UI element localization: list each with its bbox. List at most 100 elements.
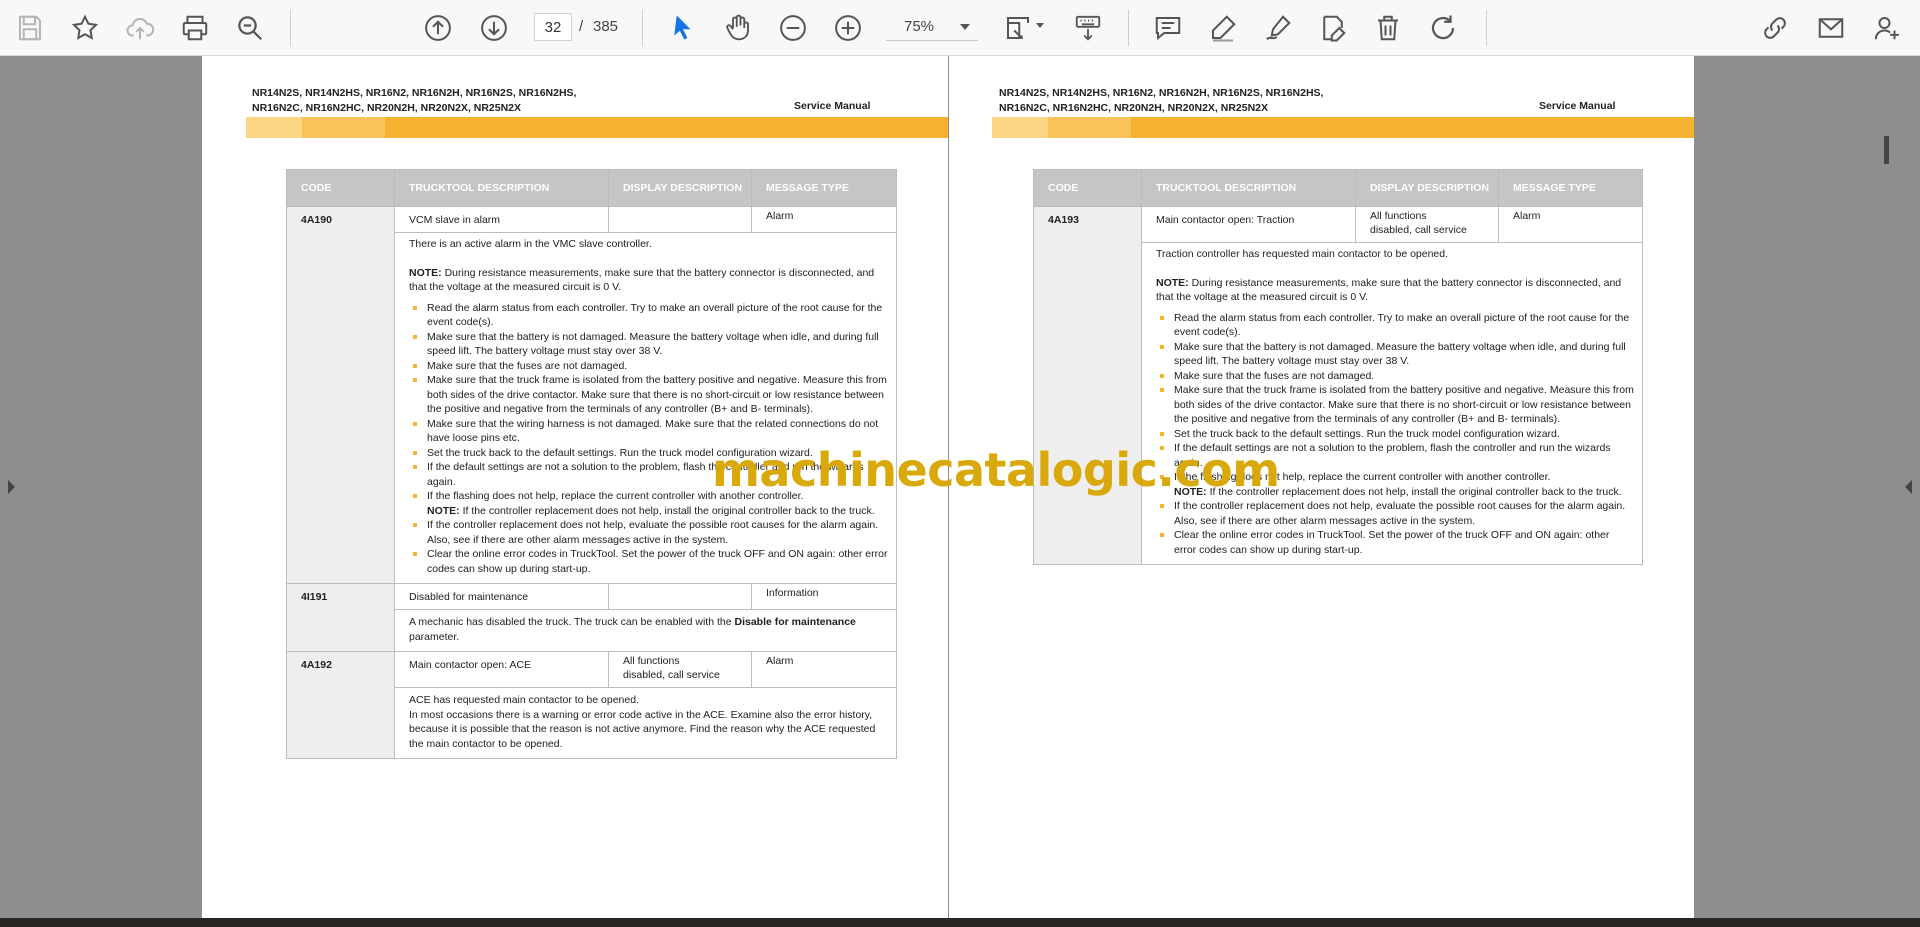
table-row: 4A193 Main contactor open: Traction All …	[1033, 206, 1643, 565]
description-text: In most occasions there is a warning or …	[409, 708, 876, 750]
zoom-in-icon[interactable]	[830, 10, 866, 46]
header-color-bar	[246, 117, 948, 138]
header-code: CODE	[1033, 169, 1142, 207]
list-item: Clear the online error codes in TruckToo…	[413, 548, 888, 575]
list-item: If the controller replacement does not h…	[413, 518, 888, 547]
left-panel-toggle-icon[interactable]	[8, 480, 15, 494]
comment-icon[interactable]	[1150, 10, 1186, 46]
list-item: Make sure that the truck frame is isolat…	[413, 374, 887, 415]
zoom-out-icon[interactable]	[775, 10, 811, 46]
message-type: Alarm	[1498, 206, 1643, 243]
zoom-dropdown[interactable]: 75%	[886, 13, 978, 41]
header-trucktool: TRUCKTOOL DESCRIPTION	[1141, 169, 1356, 207]
trucktool-description: Main contactor open: ACE	[394, 651, 609, 688]
table-row: 4I191 Disabled for maintenance Informati…	[286, 583, 897, 652]
page-separator: /	[579, 18, 584, 35]
models-line-2: NR16N2C, NR16N2HC, NR20N2H, NR20N2X, NR2…	[252, 102, 522, 114]
description-text: Traction controller has requested main c…	[1156, 248, 1449, 260]
save-icon[interactable]	[12, 10, 48, 46]
page-number-input[interactable]	[534, 13, 572, 41]
event-description: There is an active alarm in the VMC slav…	[394, 232, 897, 584]
header-display: DISPLAY DESCRIPTION	[1355, 169, 1499, 207]
event-code-table: CODE TRUCKTOOL DESCRIPTION DISPLAY DESCR…	[1033, 169, 1643, 565]
inline-note: NOTE: If the controller replacement does…	[427, 504, 875, 517]
trucktool-description: VCM slave in alarm	[394, 206, 609, 233]
hand-tool-icon[interactable]	[720, 10, 756, 46]
models-header: NR14N2S, NR14N2HS, NR16N2, NR16N2H, NR16…	[252, 86, 576, 116]
display-description: All functions disabled, call service	[608, 651, 752, 688]
header-trucktool: TRUCKTOOL DESCRIPTION	[394, 169, 609, 207]
keyboard-icon[interactable]	[1070, 10, 1106, 46]
right-panel-toggle-icon[interactable]	[1905, 480, 1912, 494]
total-pages: 385	[593, 18, 619, 35]
edit-pdf-icon[interactable]	[1315, 10, 1351, 46]
troubleshoot-list: Read the alarm status from each controll…	[1156, 311, 1634, 558]
list-item: Make sure that the fuses are not damaged…	[413, 359, 888, 374]
event-code: 4A190	[286, 206, 395, 584]
table-header-row: CODE TRUCKTOOL DESCRIPTION DISPLAY DESCR…	[286, 169, 897, 207]
troubleshoot-list: Read the alarm status from each controll…	[409, 301, 888, 577]
toolbar-separator	[642, 10, 643, 46]
display-description	[608, 583, 752, 610]
toolbar-separator	[1128, 10, 1129, 46]
list-item: Set the truck back to the default settin…	[1160, 427, 1634, 442]
event-code: 4A192	[286, 651, 395, 759]
models-line-2: NR16N2C, NR16N2HC, NR20N2H, NR20N2X, NR2…	[999, 102, 1269, 114]
cloud-upload-icon[interactable]	[122, 10, 158, 46]
event-description: ACE has requested main contactor to be o…	[394, 687, 897, 759]
fit-page-icon[interactable]	[1000, 10, 1044, 46]
share-link-icon[interactable]	[1757, 10, 1793, 46]
service-manual-label: Service Manual	[794, 100, 871, 112]
display-description: All functions disabled, call service	[1355, 206, 1499, 243]
list-item: Read the alarm status from each controll…	[1160, 311, 1634, 340]
event-description: A mechanic has disabled the truck. The t…	[394, 609, 897, 652]
list-item: Make sure that the battery is not damage…	[1160, 340, 1634, 369]
service-manual-label: Service Manual	[1539, 100, 1616, 112]
print-icon[interactable]	[177, 10, 213, 46]
email-icon[interactable]	[1813, 10, 1849, 46]
message-type: Information	[751, 583, 897, 610]
list-item: Make sure that the battery is not damage…	[413, 330, 888, 359]
toolbar: / 385 75%	[0, 0, 1920, 56]
watermark-text: machinecatalogic.com	[712, 443, 1280, 497]
models-line-1: NR14N2S, NR14N2HS, NR16N2, NR16N2H, NR16…	[252, 87, 577, 99]
display-description	[608, 206, 752, 233]
delete-icon[interactable]	[1370, 10, 1406, 46]
sign-icon[interactable]	[1260, 10, 1296, 46]
table-row: 4A190 VCM slave in alarm Alarm	[286, 206, 897, 584]
models-line-1: NR14N2S, NR14N2HS, NR16N2, NR16N2H, NR16…	[999, 87, 1324, 99]
account-icon[interactable]	[1869, 10, 1905, 46]
list-item: Clear the online error codes in TruckToo…	[1160, 528, 1634, 557]
scrollbar-thumb[interactable]	[1884, 136, 1889, 164]
message-type: Alarm	[751, 206, 897, 233]
select-cursor-icon[interactable]	[665, 10, 701, 46]
header-code: CODE	[286, 169, 395, 207]
description-text: There is an active alarm in the VMC slav…	[409, 238, 652, 250]
header-display: DISPLAY DESCRIPTION	[608, 169, 752, 207]
rotate-icon[interactable]	[1425, 10, 1461, 46]
page-down-icon[interactable]	[476, 10, 512, 46]
note-text: NOTE: During resistance measurements, ma…	[1156, 276, 1622, 304]
event-description: Traction controller has requested main c…	[1141, 242, 1643, 565]
event-code: 4I191	[286, 583, 395, 652]
chevron-down-icon	[960, 24, 970, 30]
list-item: Make sure that the wiring harness is not…	[413, 417, 888, 446]
trucktool-description: Disabled for maintenance	[394, 583, 609, 610]
description-text: ACE has requested main contactor to be o…	[409, 694, 639, 706]
toolbar-separator	[290, 10, 291, 46]
list-item: Read the alarm status from each controll…	[413, 301, 888, 330]
highlight-pen-icon[interactable]	[1205, 10, 1241, 46]
bookmark-star-icon[interactable]	[67, 10, 103, 46]
header-message-type: MESSAGE TYPE	[1498, 169, 1643, 207]
list-item: Make sure that the fuses are not damaged…	[1160, 369, 1634, 384]
event-code: 4A193	[1033, 206, 1142, 565]
page-up-icon[interactable]	[420, 10, 456, 46]
table-row: 4A192 Main contactor open: ACE All funct…	[286, 651, 897, 759]
description-text: A mechanic has disabled the truck. The t…	[409, 616, 856, 643]
list-item: If the controller replacement does not h…	[1160, 499, 1634, 528]
zoom-search-icon[interactable]	[232, 10, 268, 46]
bottom-strip	[0, 918, 1920, 927]
header-color-bar	[992, 117, 1694, 138]
header-message-type: MESSAGE TYPE	[751, 169, 897, 207]
trucktool-description: Main contactor open: Traction	[1141, 206, 1356, 243]
